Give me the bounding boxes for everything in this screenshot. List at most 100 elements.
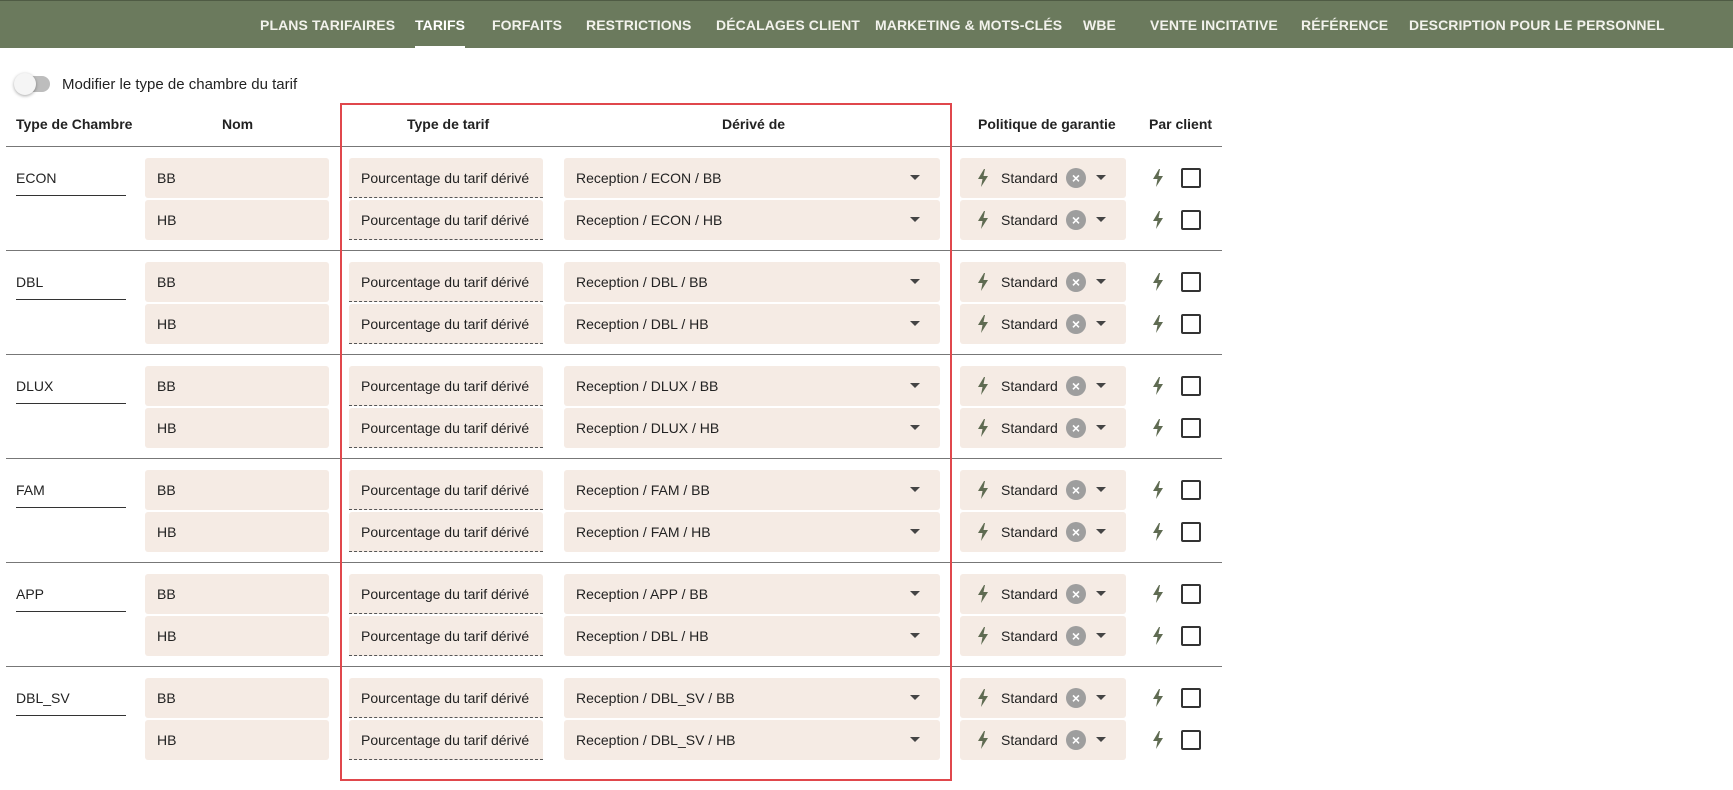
per-client-checkbox[interactable] [1181, 418, 1201, 438]
per-client-checkbox[interactable] [1181, 314, 1201, 334]
rate-type-field[interactable]: Pourcentage du tarif dérivé [349, 574, 543, 614]
chevron-down-icon[interactable] [910, 217, 920, 222]
chevron-down-icon[interactable] [1096, 321, 1106, 326]
per-client-checkbox[interactable] [1181, 480, 1201, 500]
guarantee-policy-select[interactable]: Standard × [960, 158, 1126, 198]
derived-from-select[interactable]: Reception / DBL / HB [564, 616, 940, 656]
chevron-down-icon[interactable] [1096, 217, 1106, 222]
chevron-down-icon[interactable] [1096, 633, 1106, 638]
name-field[interactable]: BB [145, 470, 329, 510]
room-type-value[interactable]: DLUX [16, 378, 53, 394]
chevron-down-icon[interactable] [1096, 383, 1106, 388]
name-field[interactable]: HB [145, 512, 329, 552]
name-field[interactable]: BB [145, 678, 329, 718]
guarantee-policy-select[interactable]: Standard × [960, 200, 1126, 240]
lightning-icon[interactable] [1152, 627, 1164, 645]
clear-icon[interactable]: × [1066, 272, 1086, 292]
chevron-down-icon[interactable] [1096, 591, 1106, 596]
chevron-down-icon[interactable] [1096, 175, 1106, 180]
tab-restrictions[interactable]: RESTRICTIONS [586, 1, 691, 49]
lightning-icon[interactable] [977, 419, 989, 437]
lightning-icon[interactable] [1152, 731, 1164, 749]
derived-from-select[interactable]: Reception / FAM / HB [564, 512, 940, 552]
rate-type-field[interactable]: Pourcentage du tarif dérivé [349, 158, 543, 198]
clear-icon[interactable]: × [1066, 314, 1086, 334]
name-field[interactable]: BB [145, 158, 329, 198]
clear-icon[interactable]: × [1066, 418, 1086, 438]
chevron-down-icon[interactable] [910, 487, 920, 492]
per-client-checkbox[interactable] [1181, 168, 1201, 188]
rate-type-field[interactable]: Pourcentage du tarif dérivé [349, 678, 543, 718]
per-client-checkbox[interactable] [1181, 730, 1201, 750]
derived-from-select[interactable]: Reception / DBL / HB [564, 304, 940, 344]
name-field[interactable]: BB [145, 574, 329, 614]
name-field[interactable]: HB [145, 304, 329, 344]
lightning-icon[interactable] [977, 689, 989, 707]
lightning-icon[interactable] [1152, 377, 1164, 395]
chevron-down-icon[interactable] [910, 175, 920, 180]
lightning-icon[interactable] [1152, 273, 1164, 291]
derived-from-select[interactable]: Reception / FAM / BB [564, 470, 940, 510]
name-field[interactable]: BB [145, 262, 329, 302]
per-client-checkbox[interactable] [1181, 584, 1201, 604]
guarantee-policy-select[interactable]: Standard × [960, 408, 1126, 448]
rate-type-field[interactable]: Pourcentage du tarif dérivé [349, 366, 543, 406]
tab-vente-incitative[interactable]: VENTE INCITATIVE [1150, 1, 1278, 49]
lightning-icon[interactable] [1152, 585, 1164, 603]
guarantee-policy-select[interactable]: Standard × [960, 262, 1126, 302]
guarantee-policy-select[interactable]: Standard × [960, 366, 1126, 406]
lightning-icon[interactable] [977, 481, 989, 499]
derived-from-select[interactable]: Reception / DBL_SV / HB [564, 720, 940, 760]
chevron-down-icon[interactable] [910, 695, 920, 700]
rate-type-field[interactable]: Pourcentage du tarif dérivé [349, 470, 543, 510]
lightning-icon[interactable] [1152, 315, 1164, 333]
derived-from-select[interactable]: Reception / DLUX / BB [564, 366, 940, 406]
chevron-down-icon[interactable] [910, 425, 920, 430]
name-field[interactable]: HB [145, 720, 329, 760]
lightning-icon[interactable] [977, 731, 989, 749]
per-client-checkbox[interactable] [1181, 688, 1201, 708]
lightning-icon[interactable] [1152, 419, 1164, 437]
clear-icon[interactable]: × [1066, 730, 1086, 750]
chevron-down-icon[interactable] [910, 591, 920, 596]
per-client-checkbox[interactable] [1181, 272, 1201, 292]
derived-from-select[interactable]: Reception / DBL_SV / BB [564, 678, 940, 718]
lightning-icon[interactable] [1152, 523, 1164, 541]
lightning-icon[interactable] [977, 211, 989, 229]
room-type-value[interactable]: FAM [16, 482, 45, 498]
lightning-icon[interactable] [977, 627, 989, 645]
derived-from-select[interactable]: Reception / DLUX / HB [564, 408, 940, 448]
chevron-down-icon[interactable] [1096, 279, 1106, 284]
tab-forfaits[interactable]: FORFAITS [492, 1, 562, 49]
clear-icon[interactable]: × [1066, 168, 1086, 188]
rate-type-field[interactable]: Pourcentage du tarif dérivé [349, 408, 543, 448]
clear-icon[interactable]: × [1066, 688, 1086, 708]
chevron-down-icon[interactable] [1096, 425, 1106, 430]
tab-plans-tarifaires[interactable]: PLANS TARIFAIRES [260, 1, 395, 49]
lightning-icon[interactable] [977, 377, 989, 395]
rate-type-field[interactable]: Pourcentage du tarif dérivé [349, 512, 543, 552]
tab-description-personnel[interactable]: DESCRIPTION POUR LE PERSONNEL [1409, 1, 1665, 49]
lightning-icon[interactable] [977, 273, 989, 291]
rate-type-field[interactable]: Pourcentage du tarif dérivé [349, 200, 543, 240]
chevron-down-icon[interactable] [1096, 737, 1106, 742]
room-type-value[interactable]: APP [16, 586, 44, 602]
chevron-down-icon[interactable] [910, 737, 920, 742]
chevron-down-icon[interactable] [1096, 695, 1106, 700]
clear-icon[interactable]: × [1066, 210, 1086, 230]
lightning-icon[interactable] [977, 585, 989, 603]
guarantee-policy-select[interactable]: Standard × [960, 512, 1126, 552]
room-type-toggle[interactable] [14, 73, 50, 95]
lightning-icon[interactable] [977, 169, 989, 187]
lightning-icon[interactable] [977, 315, 989, 333]
chevron-down-icon[interactable] [910, 321, 920, 326]
lightning-icon[interactable] [1152, 211, 1164, 229]
lightning-icon[interactable] [1152, 689, 1164, 707]
tab-decalages-client[interactable]: DÉCALAGES CLIENT [716, 1, 860, 49]
chevron-down-icon[interactable] [910, 633, 920, 638]
name-field[interactable]: BB [145, 366, 329, 406]
lightning-icon[interactable] [977, 523, 989, 541]
tab-tarifs[interactable]: TARIFS [415, 1, 466, 49]
lightning-icon[interactable] [1152, 169, 1164, 187]
chevron-down-icon[interactable] [910, 529, 920, 534]
